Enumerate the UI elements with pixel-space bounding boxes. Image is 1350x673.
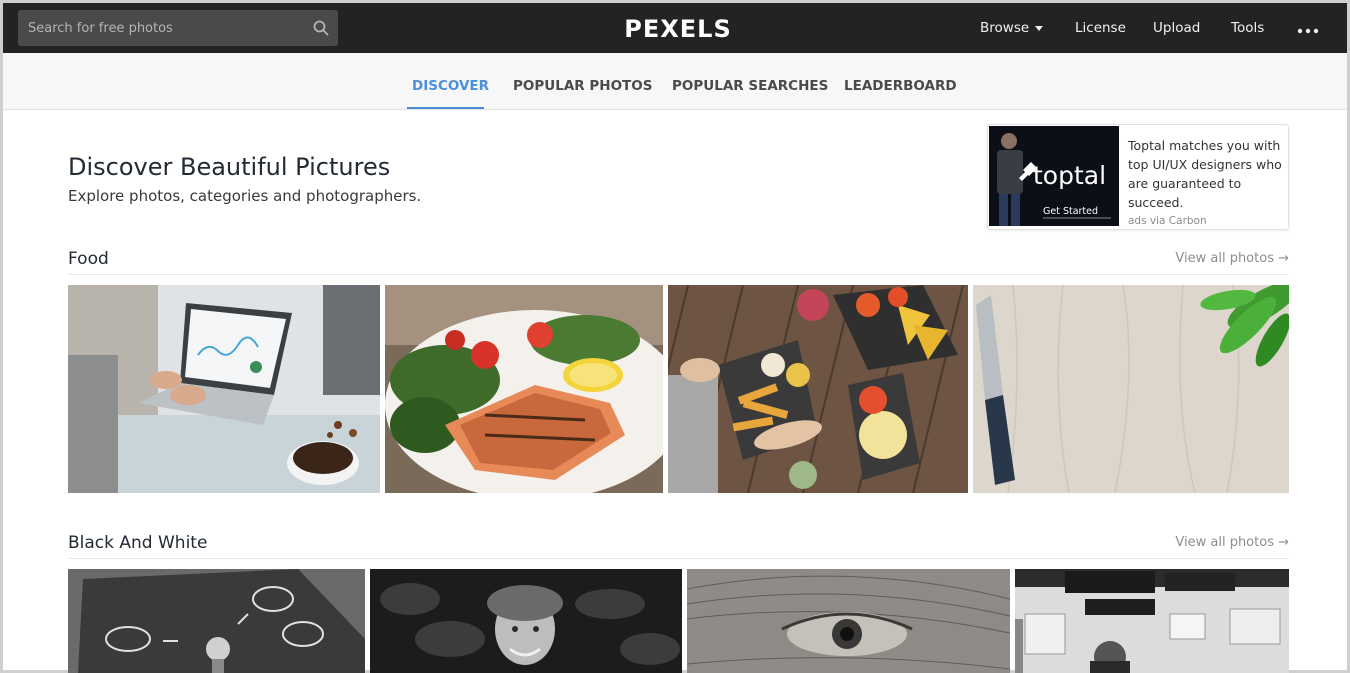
carbon-ad[interactable]: toptal Get Started Toptal matches you wi… [987, 124, 1289, 230]
nav-browse-label: Browse [980, 20, 1030, 36]
view-all-black-and-white-link[interactable]: View all photos → [1175, 535, 1289, 550]
food-photo-salmon[interactable] [385, 285, 663, 493]
search-icon[interactable] [313, 20, 329, 36]
top-navbar: PEXELS Browse License Upload Tools [3, 3, 1347, 53]
active-tab-indicator [407, 107, 484, 109]
section-divider [68, 274, 1289, 275]
search-input[interactable] [18, 10, 308, 46]
bw-photo-dollar-eye[interactable] [687, 569, 1010, 673]
ad-cta[interactable]: Get Started [1043, 206, 1098, 217]
ad-attribution[interactable]: ads via Carbon [1128, 215, 1207, 227]
pexels-logo[interactable]: PEXELS [623, 15, 733, 43]
ad-image[interactable]: toptal Get Started [989, 126, 1119, 226]
more-dots-icon[interactable] [1296, 21, 1322, 37]
tab-discover[interactable]: DISCOVER [412, 78, 489, 94]
bw-photo-desk-workspace[interactable] [1015, 569, 1289, 673]
nav-tools[interactable]: Tools [1231, 20, 1264, 36]
section-title-black-and-white[interactable]: Black And White [68, 533, 207, 553]
sub-navbar: DISCOVER POPULAR PHOTOS POPULAR SEARCHES… [3, 53, 1347, 110]
food-photo-laptop[interactable] [68, 285, 380, 493]
search-box[interactable] [18, 10, 338, 46]
ad-copy[interactable]: Toptal matches you with top UI/UX design… [1128, 136, 1283, 212]
ad-brand: toptal [1033, 161, 1106, 190]
section-divider [68, 558, 1289, 559]
tab-popular-searches[interactable]: POPULAR SEARCHES [672, 78, 828, 94]
page-subtitle: Explore photos, categories and photograp… [68, 187, 422, 205]
tab-popular-photos[interactable]: POPULAR PHOTOS [513, 78, 652, 94]
nav-browse[interactable]: Browse [980, 20, 1044, 36]
bw-photo-portrait[interactable] [370, 569, 682, 673]
page-title: Discover Beautiful Pictures [68, 153, 391, 181]
tab-leaderboard[interactable]: LEADERBOARD [844, 78, 957, 94]
food-photo-table-snacks[interactable] [668, 285, 968, 493]
section-title-food[interactable]: Food [68, 249, 109, 269]
view-all-food-link[interactable]: View all photos → [1175, 251, 1289, 266]
nav-license[interactable]: License [1075, 20, 1126, 36]
food-photo-knife-wood[interactable] [973, 285, 1289, 493]
nav-upload[interactable]: Upload [1153, 20, 1200, 36]
caret-down-icon [1035, 25, 1044, 31]
bw-photo-chalkboard[interactable] [68, 569, 365, 673]
